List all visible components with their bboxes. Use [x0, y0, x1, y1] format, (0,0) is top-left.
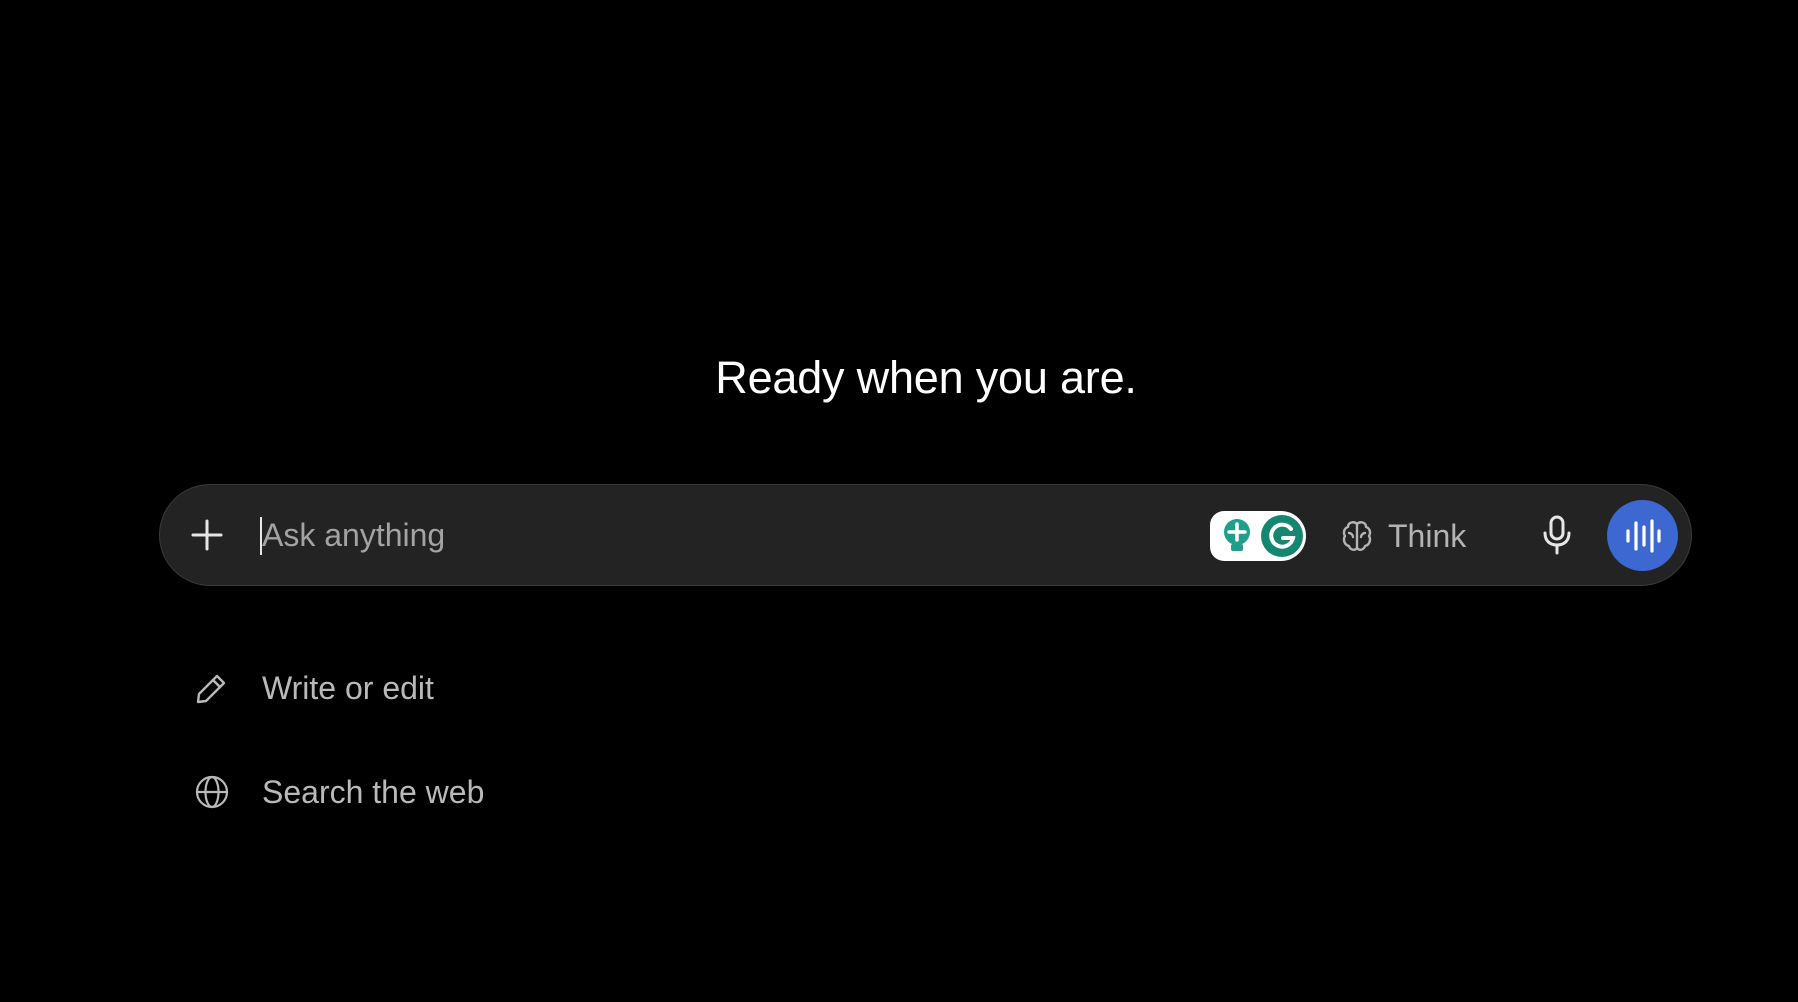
globe-icon: [192, 772, 232, 812]
prompt-input[interactable]: [260, 511, 1262, 559]
suggestion-label: Write or edit: [262, 669, 434, 706]
suggestion-write-or-edit[interactable]: Write or edit: [192, 660, 434, 716]
think-button[interactable]: Think: [1340, 511, 1466, 561]
brain-icon: [1342, 521, 1372, 551]
microphone-icon: [1543, 515, 1571, 555]
dictate-button[interactable]: [1532, 510, 1582, 560]
think-label: Think: [1388, 517, 1467, 554]
voice-mode-button[interactable]: [1607, 500, 1678, 571]
text-caret: [260, 517, 262, 555]
chat-home: Ready when you are. Ask anything Think W…: [0, 0, 1798, 1002]
grammarly-icon: [1261, 515, 1303, 557]
page-title: Ready when you are.: [715, 352, 1137, 403]
grammarly-button[interactable]: [1210, 511, 1306, 561]
add-attachment-button[interactable]: [182, 510, 232, 560]
plus-icon: [191, 519, 223, 551]
grammarly-bulb-icon: [1224, 519, 1250, 551]
pencil-icon: [192, 668, 232, 708]
suggestion-label: Search the web: [262, 773, 485, 810]
prompt-composer: Think: [159, 484, 1692, 586]
voice-waveform-icon: [1625, 518, 1661, 553]
suggestion-search-the-web[interactable]: Search the web: [192, 764, 484, 820]
